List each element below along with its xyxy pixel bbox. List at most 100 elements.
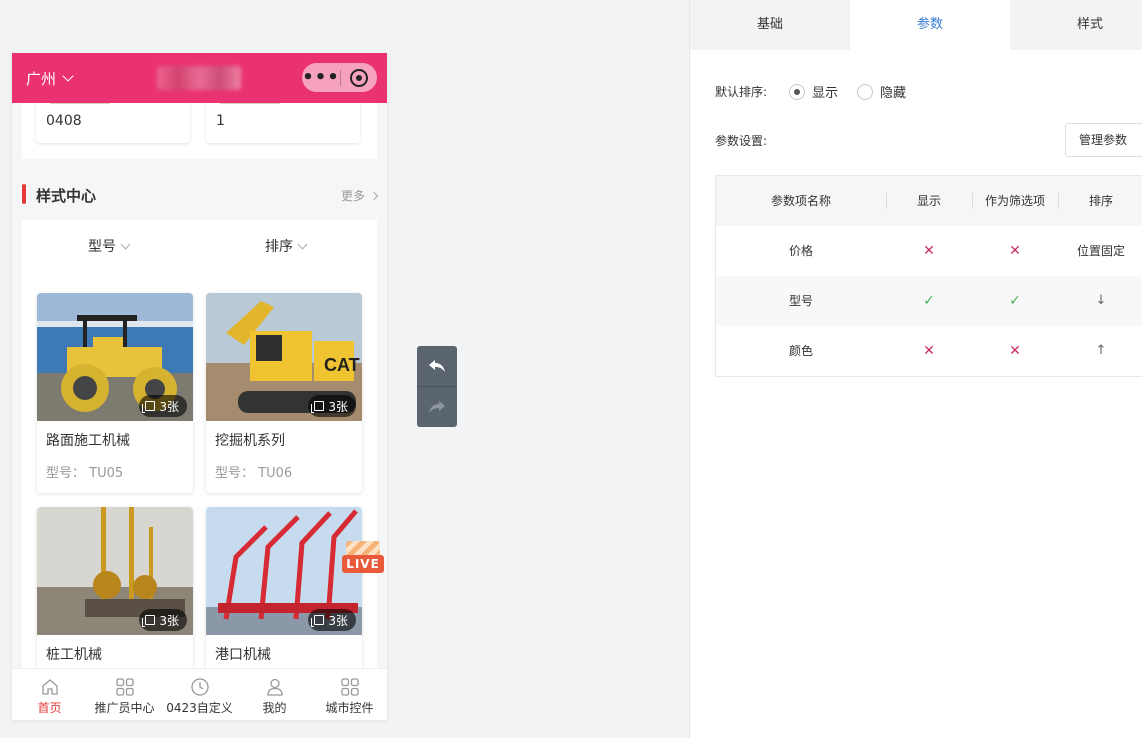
gallery-icon (311, 401, 325, 413)
header-filter: 作为筛选项 (984, 194, 1045, 208)
move-down-icon[interactable]: ↓ (1058, 276, 1142, 326)
photo-count-badge: 3张 (308, 609, 356, 631)
header-show: 显示 (916, 194, 941, 208)
top-nav-bar: 广州 ••• (12, 53, 387, 103)
filter-toggle-on-icon[interactable]: ✓ (972, 276, 1058, 326)
live-awning (346, 541, 380, 555)
show-toggle-on-icon[interactable]: ✓ (886, 276, 972, 326)
product-card[interactable]: 3张 港口机械 (206, 507, 362, 668)
table-row: 价格 ✕ ✕ 位置固定 (716, 226, 1142, 276)
product-image-port-cranes: 3张 (206, 507, 362, 635)
redo-icon (429, 401, 445, 413)
header-param-name: 参数项名称 (770, 194, 831, 208)
product-name: 挖掘机系列 (215, 433, 285, 449)
table-row: 型号 ✓ ✓ ↓ (716, 276, 1142, 326)
gallery-icon (311, 615, 325, 627)
filter-label: 排序 (265, 239, 293, 255)
tab-label: 推广员中心 (94, 701, 155, 715)
tab-promoter-center[interactable]: 推广员中心 (87, 669, 162, 720)
show-toggle-off-icon[interactable]: ✕ (886, 326, 972, 376)
stat-value: 0408 (46, 113, 82, 129)
move-up-icon[interactable]: ↑ (1058, 326, 1142, 376)
param-name: 型号 (788, 294, 813, 308)
photo-count: 3张 (159, 399, 179, 414)
gallery-icon (142, 615, 156, 627)
radio-show[interactable]: 显示 (789, 82, 838, 101)
grid-icon (312, 677, 387, 697)
table-header: 参数项名称 显示 作为筛选项 排序 (716, 176, 1142, 226)
param-name: 颜色 (788, 344, 813, 358)
page-scroll-area[interactable]: 0408 1 样式中心 更多 型号 排序 3张 路面施工机械 型号： TU05 … (12, 53, 387, 668)
product-card[interactable]: CAT 3张 挖掘机系列 型号： TU06 (206, 293, 362, 493)
filter-model[interactable]: 型号 (88, 236, 131, 256)
user-icon (237, 677, 312, 697)
product-image-pile-driver: 3张 (37, 507, 193, 635)
bottom-tab-bar: 首页 推广员中心 0423自定义 我的 城市控件 (12, 668, 387, 720)
params-table: 参数项名称 显示 作为筛选项 排序 价格 ✕ ✕ 位置固定 型号 ✓ ✓ ↓ 颜… (715, 175, 1142, 377)
product-name: 港口机械 (215, 647, 271, 663)
tab-params[interactable]: 参数 (850, 0, 1010, 50)
table-row: 颜色 ✕ ✕ ↑ (716, 326, 1142, 376)
radio-unchecked-icon (857, 83, 873, 100)
chevron-down-icon (120, 239, 131, 249)
product-card[interactable]: 3张 桩工机械 (37, 507, 193, 668)
show-toggle-off-icon[interactable]: ✕ (886, 226, 972, 276)
grid-icon (87, 677, 162, 697)
mini-program-capsule: ••• (302, 63, 377, 92)
live-badge[interactable]: LIVE (342, 541, 384, 581)
filter-toggle-off-icon[interactable]: ✕ (972, 326, 1058, 376)
filter-sort[interactable]: 排序 (265, 236, 308, 256)
settings-panel: 基础 参数 样式 默认排序: 显示 隐藏 参数设置: 管理参数 参数项名称 显示… (689, 0, 1142, 738)
tab-basic[interactable]: 基础 (690, 0, 850, 50)
photo-count-badge: 3张 (139, 609, 187, 631)
radio-checked-icon (789, 83, 805, 100)
product-model: 型号： TU06 (215, 466, 293, 481)
product-image-road-roller: 3张 (37, 293, 193, 421)
chevron-down-icon (62, 70, 74, 82)
photo-count: 3张 (159, 613, 179, 628)
tab-custom-0423[interactable]: 0423自定义 (162, 669, 237, 720)
header-sort: 排序 (1088, 194, 1113, 208)
tab-mine[interactable]: 我的 (237, 669, 312, 720)
photo-count-badge: 3张 (308, 395, 356, 417)
tab-label: 首页 (37, 701, 62, 715)
product-image-excavator: CAT 3张 (206, 293, 362, 421)
product-card[interactable]: 3张 路面施工机械 型号： TU05 (37, 293, 193, 493)
live-label: LIVE (342, 555, 384, 573)
city-selector[interactable]: 广州 (26, 68, 74, 89)
product-name: 桩工机械 (46, 647, 102, 663)
city-name: 广州 (26, 70, 57, 88)
svg-text:CAT: CAT (324, 355, 360, 375)
more-label: 更多 (340, 189, 365, 203)
radio-hide[interactable]: 隐藏 (857, 82, 906, 101)
close-target-icon[interactable] (341, 68, 377, 87)
chevron-down-icon (297, 239, 308, 249)
undo-button[interactable] (417, 346, 457, 386)
undo-icon (429, 360, 445, 372)
section-header: 样式中心 更多 (22, 183, 379, 205)
redo-button[interactable] (417, 387, 457, 427)
target-ring-icon (350, 68, 368, 87)
tab-label: 我的 (262, 701, 287, 715)
chevron-right-icon (369, 191, 379, 200)
photo-count: 3张 (328, 399, 348, 414)
photo-count: 3张 (328, 613, 348, 628)
settings-tabs: 基础 参数 样式 (690, 0, 1142, 50)
param-name: 价格 (788, 244, 813, 258)
tab-city-widget[interactable]: 城市控件 (312, 669, 387, 720)
tab-home[interactable]: 首页 (12, 669, 87, 720)
tab-label: 城市控件 (325, 701, 374, 715)
more-link[interactable]: 更多 (340, 187, 379, 204)
param-settings-label: 参数设置: (715, 134, 768, 148)
section-accent-bar (22, 184, 26, 204)
clock-icon (162, 677, 237, 697)
tab-label: 0423自定义 (166, 701, 233, 715)
radio-label: 显示 (812, 86, 839, 101)
manage-params-button[interactable]: 管理参数 (1065, 123, 1142, 157)
tab-style[interactable]: 样式 (1010, 0, 1142, 50)
product-panel: 型号 排序 3张 路面施工机械 型号： TU05 CAT 3张 挖掘机系列 型号… (22, 220, 377, 668)
more-menu-icon[interactable]: ••• (302, 63, 340, 92)
blurred-app-title (157, 66, 241, 90)
stat-value: 1 (216, 113, 225, 129)
filter-toggle-off-icon[interactable]: ✕ (972, 226, 1058, 276)
